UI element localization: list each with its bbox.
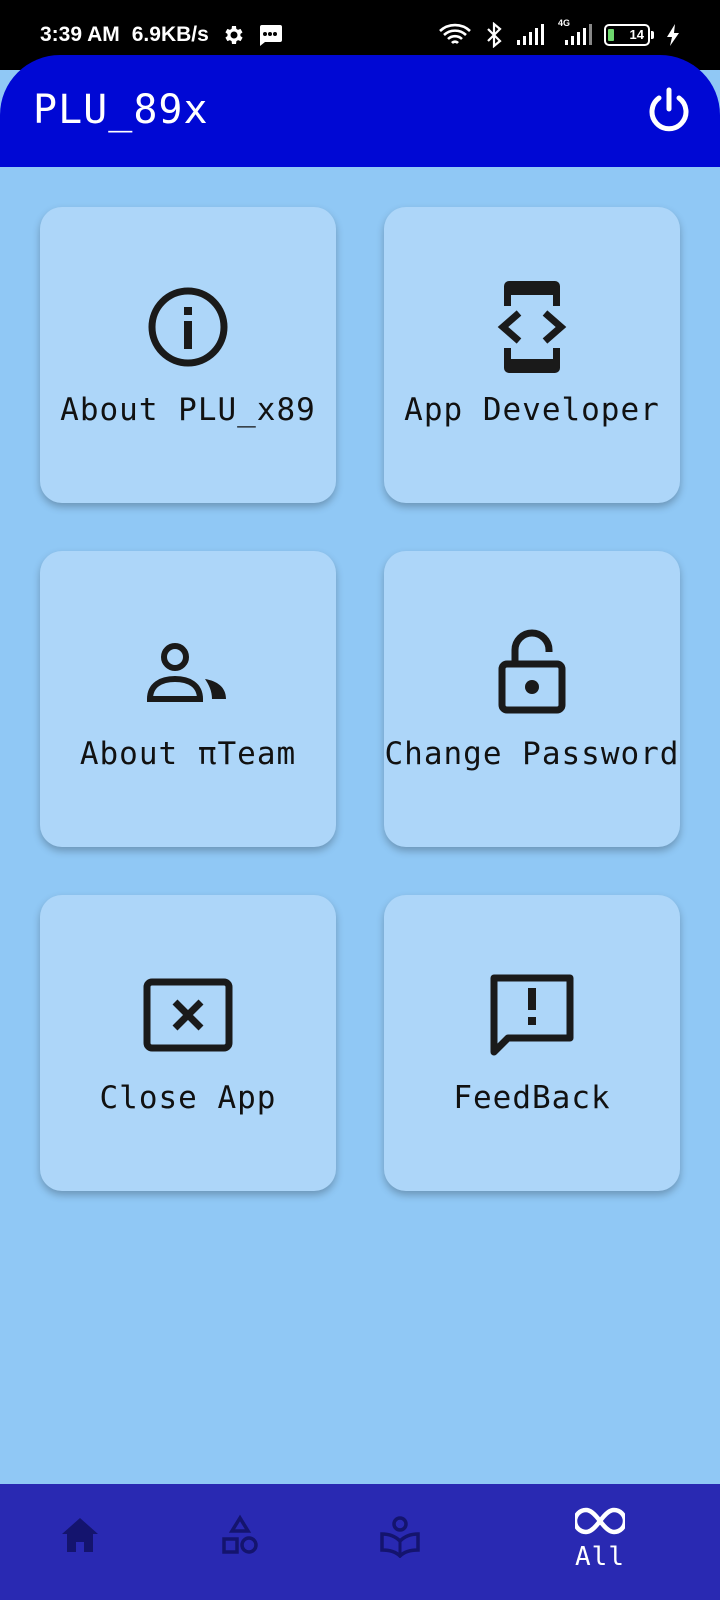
signal-icon — [516, 24, 544, 46]
card-label: App Developer — [404, 392, 660, 428]
feedback-icon — [487, 965, 577, 1065]
card-label: About PLU_x89 — [60, 392, 316, 428]
card-label: About πTeam — [79, 736, 297, 772]
reader-icon — [380, 1516, 420, 1558]
signal-4g-icon: 4G — [556, 18, 592, 46]
infinity-icon — [575, 1507, 625, 1535]
app-bar: PLU_89x — [0, 55, 720, 167]
bluetooth-icon — [484, 22, 504, 48]
card-label: Change Password — [384, 736, 680, 772]
home-icon — [62, 1518, 98, 1552]
battery-icon: 14 — [604, 24, 654, 46]
feedback-card[interactable]: FeedBack — [384, 895, 680, 1191]
close-app-card[interactable]: Close App — [40, 895, 336, 1191]
settings-icon — [221, 23, 245, 47]
status-speed: 6.9KB/s — [131, 23, 209, 46]
developer-mode-icon — [487, 277, 577, 377]
power-icon — [649, 87, 689, 132]
status-time: 3:39 AM — [40, 23, 120, 46]
close-box-icon — [143, 965, 233, 1065]
about-plu-card[interactable]: About PLU_x89 — [40, 207, 336, 503]
card-label: Close App — [99, 1080, 277, 1116]
nav-item-category[interactable] — [180, 1484, 300, 1600]
change-password-card[interactable]: Change Password — [384, 551, 680, 847]
nav-item-home[interactable] — [20, 1484, 140, 1600]
nav-item-reader[interactable] — [340, 1484, 460, 1600]
wifi-icon — [438, 22, 472, 48]
nav-item-all[interactable]: All — [540, 1484, 660, 1600]
status-right: 4G 14 — [438, 18, 680, 50]
card-label: FeedBack — [453, 1080, 611, 1116]
info-icon — [143, 277, 233, 377]
message-icon — [257, 23, 283, 47]
category-icon — [222, 1514, 258, 1554]
group-icon — [143, 621, 233, 721]
bottom-nav: All — [0, 1484, 720, 1600]
status-left: 3:39 AM 6.9KB/s — [40, 20, 283, 50]
app-developer-card[interactable]: App Developer — [384, 207, 680, 503]
lock-open-icon — [487, 621, 577, 721]
nav-label-all: All — [575, 1542, 625, 1572]
about-team-card[interactable]: About πTeam — [40, 551, 336, 847]
app-title: PLU_89x — [33, 87, 209, 133]
power-button[interactable] — [644, 85, 694, 135]
charging-icon — [666, 24, 680, 46]
